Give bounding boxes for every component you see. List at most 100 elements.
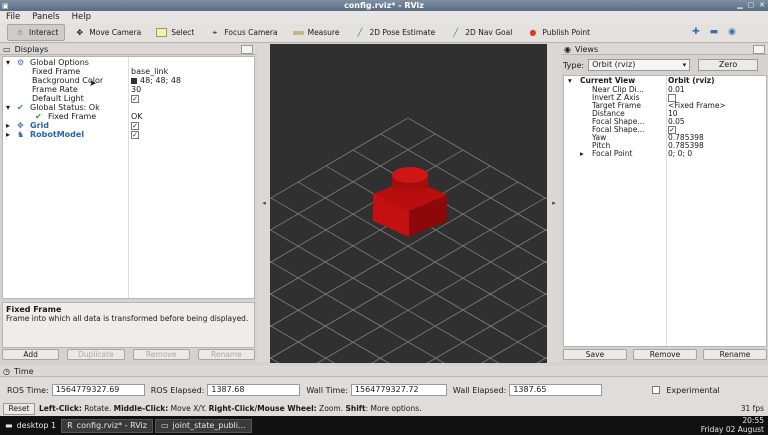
views-tree[interactable]: ▾ Current View Orbit (rviz) Near Clip Di… — [563, 75, 767, 347]
taskbar-window-rviz-label: config.rviz* - RViz — [76, 421, 147, 430]
left-splitter-handle[interactable]: ◂ — [257, 44, 271, 362]
taskbar-window-joint-state-label: joint_state_publi... — [172, 421, 246, 430]
publish-point-tool-button[interactable]: ● Publish Point — [521, 24, 596, 41]
panel-close-button[interactable] — [753, 45, 765, 54]
hint-shift-text: : More options. — [365, 404, 422, 413]
frame-rate-value[interactable]: 30 — [131, 85, 141, 94]
background-color-text: 48; 48; 48 — [140, 76, 182, 85]
displays-panel: ▭ Displays ▾ ⚙ Global Options Fixed Fram… — [0, 44, 256, 364]
clock-date: Friday 02 August — [700, 424, 764, 434]
clock-icon: ◷ — [3, 366, 10, 376]
hint-left-click: Left-Click: — [39, 404, 82, 413]
focus-camera-label: Focus Camera — [224, 28, 278, 37]
desktop-icon: ▬ — [5, 421, 13, 430]
menu-bar: File Panels Help — [0, 11, 768, 23]
robot-model-enabled-checkbox[interactable]: ✓ — [131, 130, 139, 139]
expand-arrow-icon[interactable]: ▾ — [6, 58, 10, 67]
remove-tool-icon[interactable]: ▬ — [710, 27, 719, 37]
desktop-label: desktop 1 — [16, 421, 57, 430]
mouse-cursor-icon: ➤ — [89, 79, 97, 89]
camera-icon: ◉ — [564, 44, 571, 54]
ruler-icon — [292, 30, 304, 35]
hint-middle-click: Middle-Click: — [113, 404, 169, 413]
3d-scene[interactable] — [270, 44, 547, 363]
right-splitter-handle[interactable]: ▸ — [547, 44, 561, 362]
chevron-right-icon[interactable]: ▸ — [552, 199, 556, 207]
ros-elapsed-field[interactable]: 1387.68 — [207, 384, 301, 396]
status-fixed-frame-label: Fixed Frame — [48, 112, 97, 121]
panel-close-button[interactable] — [241, 45, 253, 54]
view-property-value[interactable]: 0; 0; 0 — [668, 150, 692, 158]
ros-time-label: ROS Time: — [7, 385, 49, 395]
expand-arrow-icon[interactable]: ▸ — [6, 121, 10, 130]
select-icon — [156, 28, 168, 37]
map-pin-icon: ● — [529, 28, 537, 37]
property-description: Fixed Frame Frame into which all data is… — [2, 302, 255, 348]
zero-button[interactable]: Zero — [698, 59, 759, 71]
check-icon: ✔ — [35, 112, 42, 121]
remove-display-button[interactable]: Remove — [132, 349, 190, 360]
eye-icon[interactable]: ◉ — [728, 27, 736, 37]
add-tool-icon[interactable]: ✚ — [692, 27, 700, 37]
pose-estimate-tool-button[interactable]: ╱ 2D Pose Estimate — [348, 24, 441, 41]
displays-tree[interactable]: ▾ ⚙ Global Options Fixed Frame base_link… — [2, 56, 255, 299]
render-viewport[interactable] — [270, 44, 547, 363]
select-label: Select — [171, 28, 195, 37]
experimental-label: Experimental — [666, 385, 720, 395]
wall-time-field[interactable]: 1564779327.72 — [350, 384, 447, 396]
select-tool-button[interactable]: Select — [150, 24, 200, 41]
window-titlebar[interactable]: ▣ config.rviz* - RViz ▁ ▢ ✕ — [0, 0, 768, 11]
chevron-left-icon[interactable]: ◂ — [262, 199, 266, 207]
maximize-icon[interactable]: ▢ — [748, 0, 755, 11]
green-arrow-icon: ╱ — [453, 28, 459, 37]
reset-button[interactable]: Reset — [3, 402, 35, 415]
taskbar-clock[interactable]: 20:55 Friday 02 August — [700, 416, 764, 434]
experimental-checkbox[interactable] — [652, 386, 661, 394]
interact-tool-button[interactable]: ☝ Interact — [7, 24, 66, 41]
pose-estimate-label: 2D Pose Estimate — [369, 28, 436, 37]
hint-right-click-text: Zoom. — [316, 404, 346, 413]
rename-view-button[interactable]: Rename — [703, 349, 767, 360]
global-status-label: Global Status: Ok — [30, 103, 100, 112]
close-icon[interactable]: ✕ — [759, 0, 765, 11]
move-camera-tool-button[interactable]: ✥ Move Camera — [68, 24, 147, 41]
time-header: ◷ Time — [0, 366, 768, 377]
taskbar-window-joint-state[interactable]: ▭ joint_state_publi... — [154, 418, 252, 433]
hint-left-click-text: Rotate. — [81, 404, 114, 413]
minimize-icon[interactable]: ▁ — [737, 0, 742, 11]
fixed-frame-value[interactable]: base_link — [131, 67, 168, 76]
background-color-value[interactable]: 48; 48; 48 — [131, 76, 181, 85]
add-display-button[interactable]: Add — [2, 349, 60, 360]
ros-time-field[interactable]: 1564779327.69 — [51, 384, 145, 396]
interact-label: Interact — [29, 28, 59, 37]
expand-arrow-icon[interactable]: ▸ — [580, 150, 584, 158]
measure-tool-button[interactable]: Measure — [287, 24, 346, 41]
gear-icon: ⚙ — [17, 58, 25, 67]
green-arrow-icon: ╱ — [357, 28, 363, 37]
expand-arrow-icon[interactable]: ▾ — [568, 77, 572, 85]
view-property-value[interactable]: 0.01 — [668, 86, 685, 94]
menu-file[interactable]: File — [6, 11, 20, 23]
views-header: ◉ Views — [561, 44, 768, 55]
default-light-checkbox[interactable]: ✓ — [131, 94, 139, 103]
view-property-value[interactable]: 0.05 — [668, 118, 685, 126]
expand-arrow-icon[interactable]: ▸ — [6, 130, 10, 139]
remove-view-button[interactable]: Remove — [633, 349, 697, 360]
menu-help[interactable]: Help — [72, 11, 91, 23]
view-property-label: Focal Point — [592, 149, 633, 158]
duplicate-display-button[interactable]: Duplicate — [67, 349, 125, 360]
view-type-select[interactable]: Orbit (rviz) — [588, 59, 691, 71]
expand-arrow-icon[interactable]: ▾ — [6, 103, 10, 112]
measure-label: Measure — [307, 28, 340, 37]
rename-display-button[interactable]: Rename — [197, 349, 255, 360]
desktop-taskbar: ▬ desktop 1 R config.rviz* - RViz ▭ join… — [0, 416, 768, 435]
taskbar-window-rviz[interactable]: R config.rviz* - RViz — [61, 418, 153, 433]
save-view-button[interactable]: Save — [563, 349, 627, 360]
wall-elapsed-field[interactable]: 1387.65 — [509, 384, 603, 396]
desktop-switcher[interactable]: ▬ desktop 1 — [0, 419, 61, 433]
grid-enabled-checkbox[interactable]: ✓ — [131, 121, 139, 130]
menu-panels[interactable]: Panels — [32, 11, 59, 23]
focus-camera-tool-button[interactable]: ⌖ Focus Camera — [203, 24, 283, 41]
move-camera-label: Move Camera — [89, 28, 142, 37]
nav-goal-tool-button[interactable]: ╱ 2D Nav Goal — [444, 24, 518, 41]
